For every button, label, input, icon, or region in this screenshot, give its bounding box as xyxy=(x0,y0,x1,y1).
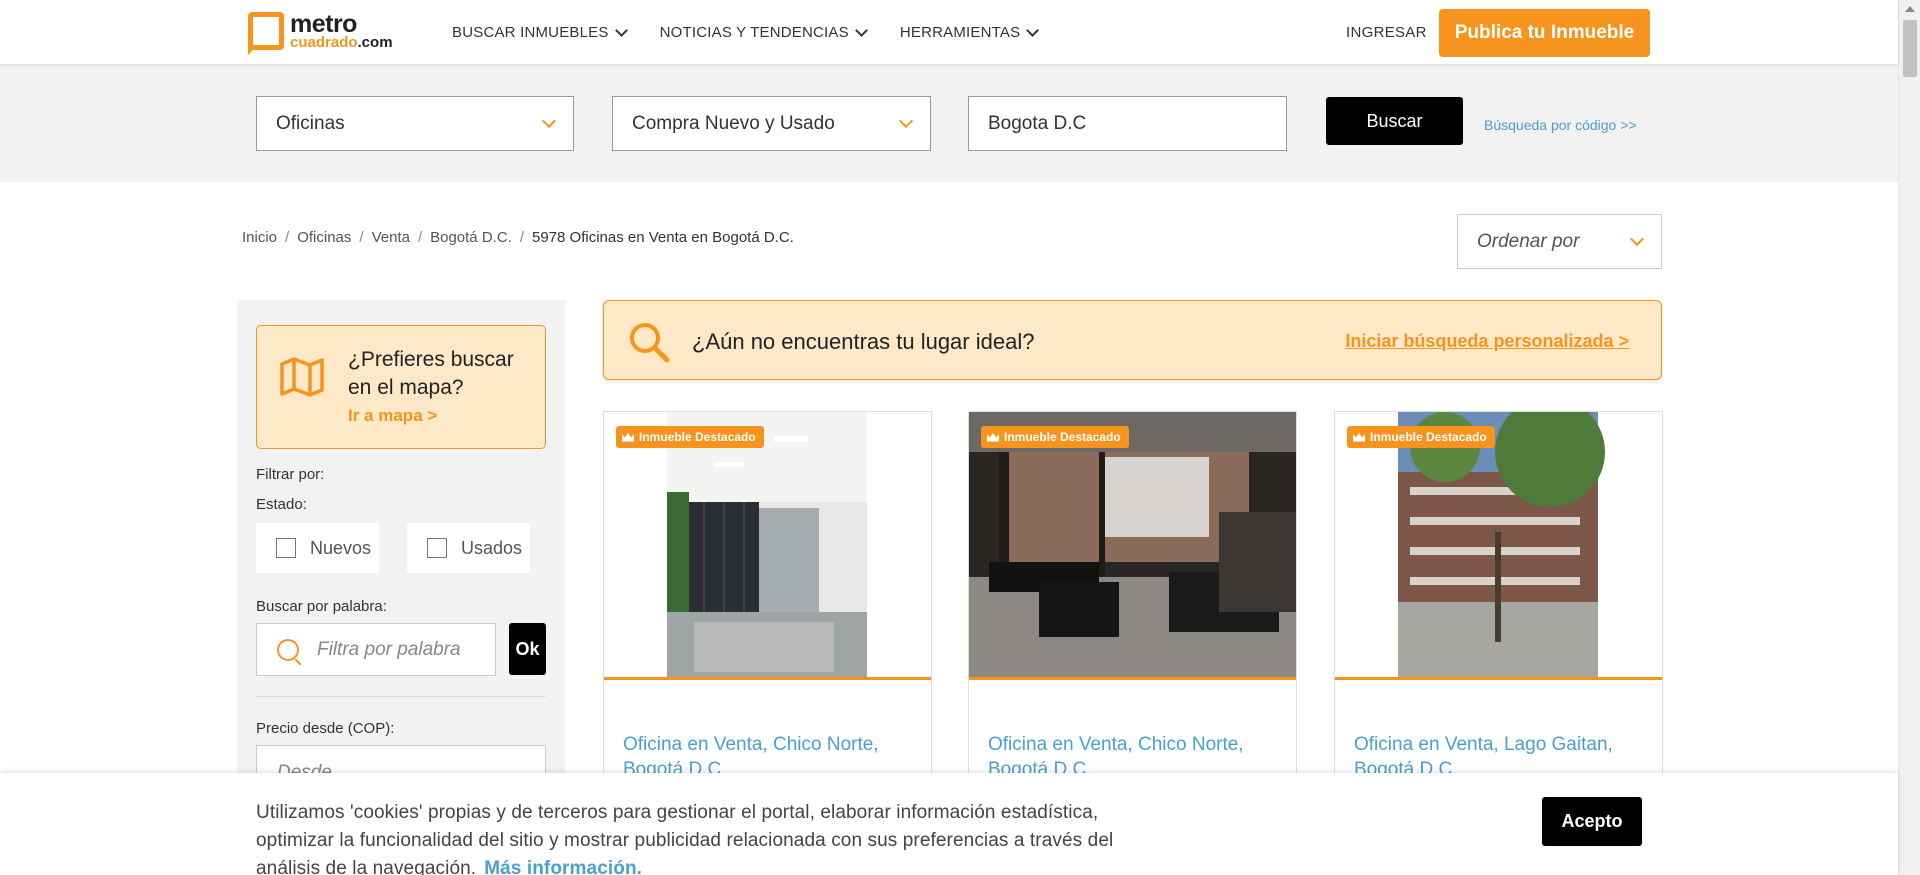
site-header: metro cuadrado.com BUSCAR INMUEBLES NOTI… xyxy=(0,0,1898,64)
usados-checkbox[interactable]: Usados xyxy=(407,523,530,573)
go-to-map-link[interactable]: Ir a mapa > xyxy=(348,406,437,426)
price-from-label: Precio desde (COP): xyxy=(256,720,395,737)
breadcrumb-inicio[interactable]: Inicio xyxy=(242,229,277,246)
crown-icon xyxy=(987,432,999,442)
breadcrumb-venta[interactable]: Venta xyxy=(372,229,410,246)
search-button[interactable]: Buscar xyxy=(1326,97,1463,145)
scroll-up-arrow-icon[interactable] xyxy=(1905,6,1915,12)
search-bar: Oficinas Compra Nuevo y Usado Bogota D.C… xyxy=(0,64,1898,182)
filter-label: Filtrar por: xyxy=(256,466,325,483)
listing-photo[interactable]: Inmueble Destacado xyxy=(1335,412,1662,680)
featured-badge: Inmueble Destacado xyxy=(981,426,1129,448)
metrocuadrado-logo[interactable]: metro cuadrado.com xyxy=(248,12,393,50)
main-nav: BUSCAR INMUEBLES NOTICIAS Y TENDENCIAS H… xyxy=(452,23,1040,41)
listing-photo[interactable]: Inmueble Destacado xyxy=(969,412,1296,680)
keyword-ok-button[interactable]: Ok xyxy=(509,623,546,675)
logo-text-bottom: cuadrado xyxy=(290,34,358,51)
map-icon xyxy=(280,357,324,397)
chevron-down-icon xyxy=(1026,23,1040,37)
estado-label: Estado: xyxy=(256,496,307,513)
cookie-banner: Utilizamos 'cookies' propias y de tercer… xyxy=(0,773,1898,875)
search-icon xyxy=(630,323,670,363)
divider xyxy=(256,696,546,697)
map-search-box[interactable]: ¿Prefieres buscar en el mapa? Ir a mapa … xyxy=(256,325,546,449)
keyword-search-input[interactable]: Filtra por palabra xyxy=(256,623,496,676)
publish-property-button[interactable]: Publica tu Inmueble xyxy=(1439,9,1650,57)
search-icon xyxy=(277,638,299,661)
chevron-down-icon xyxy=(854,23,868,37)
nav-buscar-inmuebles[interactable]: BUSCAR INMUEBLES xyxy=(452,23,628,41)
map-question: ¿Prefieres buscar en el mapa? xyxy=(348,348,514,399)
nuevos-checkbox[interactable]: Nuevos xyxy=(256,523,379,573)
banner-text: ¿Aún no encuentras tu lugar ideal? xyxy=(692,329,1035,354)
chevron-down-icon xyxy=(541,113,557,128)
accept-cookies-button[interactable]: Acepto xyxy=(1542,797,1642,846)
logo-mark-icon xyxy=(248,12,284,50)
scrollbar-thumb[interactable] xyxy=(1903,20,1917,77)
featured-badge: Inmueble Destacado xyxy=(616,426,764,448)
building-photo-3 xyxy=(1335,412,1662,677)
city-input[interactable]: Bogota D.C xyxy=(968,96,1287,151)
more-info-link[interactable]: Más información. xyxy=(484,858,642,875)
crown-icon xyxy=(1353,432,1365,442)
property-type-select[interactable]: Oficinas xyxy=(256,96,574,151)
cookie-text: Utilizamos 'cookies' propias y de tercer… xyxy=(256,802,1114,875)
checkbox-icon xyxy=(276,538,296,558)
breadcrumb-current: 5978 Oficinas en Venta en Bogotá D.C. xyxy=(532,229,794,246)
breadcrumb: Inicio / Oficinas / Venta / Bogotá D.C. … xyxy=(242,229,794,246)
office-photo-1 xyxy=(604,412,931,677)
breadcrumb-bogota[interactable]: Bogotá D.C. xyxy=(430,229,512,246)
login-link[interactable]: INGRESAR xyxy=(1346,24,1427,41)
custom-search-banner: ¿Aún no encuentras tu lugar ideal? Inici… xyxy=(603,300,1662,380)
transaction-type-select[interactable]: Compra Nuevo y Usado xyxy=(612,96,931,151)
page-scrollbar[interactable] xyxy=(1898,0,1920,875)
chevron-down-icon xyxy=(898,113,914,128)
keyword-label: Buscar por palabra: xyxy=(256,598,387,615)
logo-tld: .com xyxy=(357,34,393,51)
breadcrumb-oficinas[interactable]: Oficinas xyxy=(297,229,351,246)
nav-noticias-tendencias[interactable]: NOTICIAS Y TENDENCIAS xyxy=(660,23,868,41)
chevron-down-icon xyxy=(1629,231,1645,246)
office-photo-2 xyxy=(969,412,1296,677)
nav-herramientas[interactable]: HERRAMIENTAS xyxy=(900,23,1040,41)
crown-icon xyxy=(622,432,634,442)
chevron-down-icon xyxy=(614,23,628,37)
sort-select[interactable]: Ordenar por xyxy=(1457,214,1662,269)
checkbox-icon xyxy=(427,538,447,558)
search-by-code-link[interactable]: Búsqueda por código >> xyxy=(1484,117,1637,133)
custom-search-link[interactable]: Iniciar búsqueda personalizada > xyxy=(1345,331,1629,352)
listing-photo[interactable]: Inmueble Destacado xyxy=(604,412,931,680)
featured-badge: Inmueble Destacado xyxy=(1347,426,1495,448)
